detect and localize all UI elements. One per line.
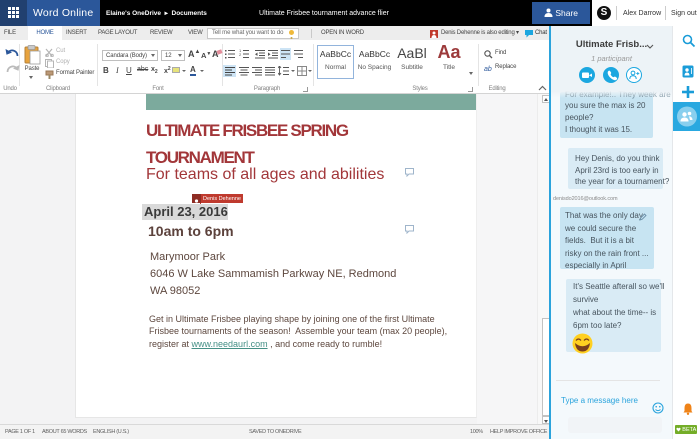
svg-text:2: 2 [239, 52, 242, 57]
svg-text:ab: ab [484, 66, 492, 73]
